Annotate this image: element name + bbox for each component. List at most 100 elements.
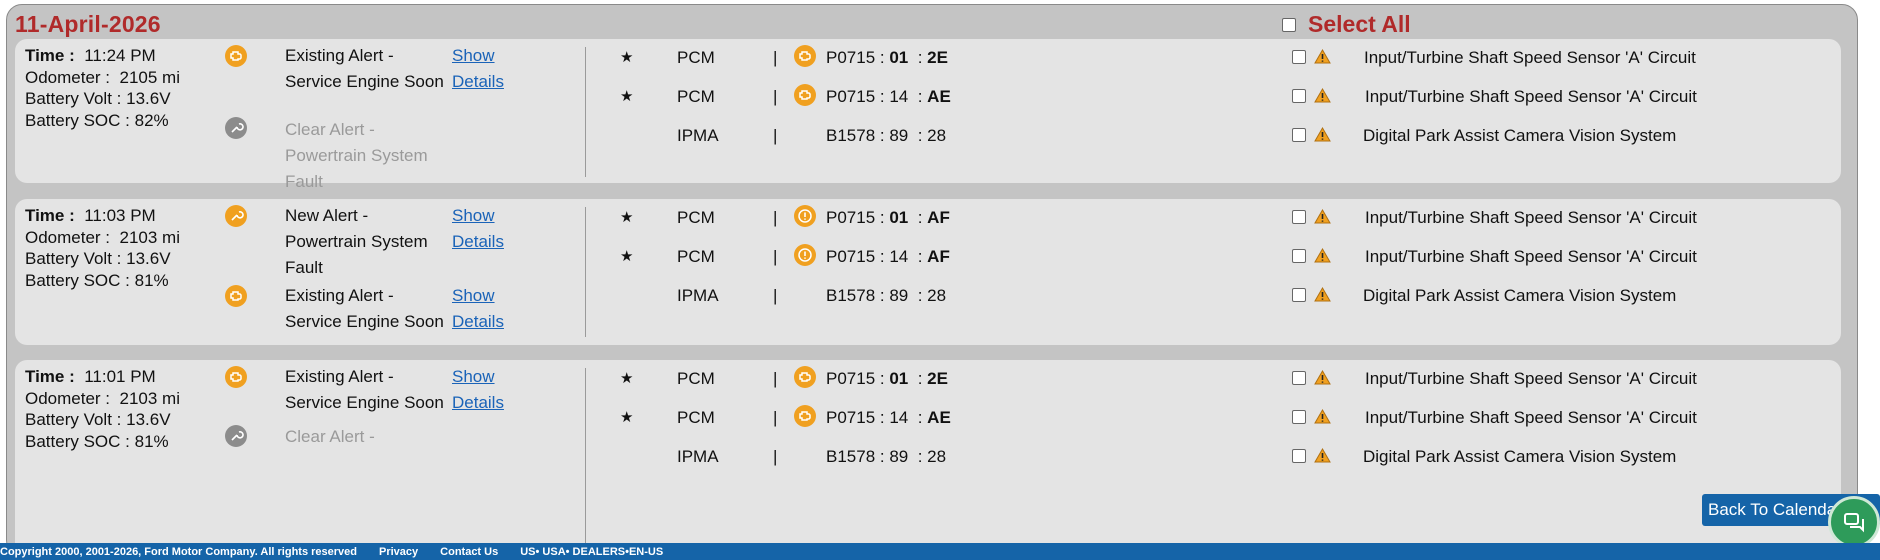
dtc-byte1: 89 (889, 126, 909, 145)
dtc-module: IPMA (677, 447, 719, 466)
engine-icon (794, 366, 816, 388)
odometer-label: Odometer : (25, 67, 111, 87)
dtc-code: P0715 : 01 : 2E (826, 369, 948, 388)
dtc-separator: | (773, 126, 778, 145)
divider (585, 47, 586, 177)
star-icon: ★ (620, 88, 634, 105)
select-all-label: Select All (1308, 11, 1411, 37)
battery-volt-label: Battery Volt : (25, 89, 122, 108)
chat-icon[interactable] (1828, 496, 1880, 548)
alert-subtitle: Service Engine Soon (285, 393, 444, 412)
show-details-link[interactable]: Show Details (452, 43, 504, 95)
time-label: Time : (25, 206, 75, 225)
dtc-code: P0715 : 14 : AE (826, 408, 951, 427)
alert-title: Clear Alert - (285, 427, 375, 446)
dtc-separator: | (773, 447, 778, 466)
dtc-code: P0715 : 14 : AE (826, 87, 951, 106)
dtc-byte2: 2E (927, 369, 948, 388)
dtc-byte1: 14 (889, 87, 909, 106)
battery-soc-value: 81% (134, 431, 169, 451)
alert-text: Clear Alert - (285, 424, 375, 450)
warning-icon (1314, 88, 1331, 103)
dtc-separator: | (773, 408, 778, 427)
dtc-description: Digital Park Assist Camera Vision System (1363, 286, 1677, 305)
warning-icon (1314, 370, 1331, 385)
star-icon: ★ (620, 49, 634, 66)
time-label: Time : (25, 46, 75, 65)
dtc-separator: | (773, 369, 778, 388)
alert-title: Clear Alert - (285, 120, 375, 139)
alert-subtitle: Service Engine Soon (285, 72, 444, 91)
dtc-byte2: 2E (927, 48, 948, 67)
show-details-link[interactable]: Show Details (452, 364, 504, 416)
star-icon: ★ (620, 409, 634, 426)
engine-icon (794, 45, 816, 67)
dtc-byte2: 28 (927, 447, 947, 466)
details-link[interactable]: Details (452, 309, 504, 335)
details-link[interactable]: Details (452, 69, 504, 95)
time-value: 11:01 PM (84, 367, 156, 386)
battery-soc-label: Battery SOC : (25, 270, 130, 290)
show-details-link[interactable]: Show Details (452, 283, 504, 335)
dtc-byte1: 89 (889, 447, 909, 466)
engine-icon (225, 285, 247, 307)
dtc-checkbox[interactable] (1292, 371, 1306, 385)
warning-icon (1314, 49, 1331, 64)
footer: Copyright 2000, 2001-2026, Ford Motor Co… (0, 543, 1880, 560)
exclaim-icon (794, 205, 816, 227)
battery-volt-label: Battery Volt : (25, 410, 122, 429)
contact-link[interactable]: Contact Us (440, 546, 498, 558)
dtc-checkbox[interactable] (1292, 128, 1306, 142)
wrench-icon (225, 425, 247, 447)
show-link[interactable]: Show (452, 203, 504, 229)
dtc-separator: | (773, 87, 778, 106)
dtc-description: Input/Turbine Shaft Speed Sensor 'A' Cir… (1365, 369, 1697, 388)
select-all-checkbox[interactable] (1282, 17, 1296, 32)
copyright-text: Copyright 2000, 2001-2026, Ford Motor Co… (0, 545, 357, 558)
dtc-code: P0715 : 01 : AF (826, 208, 950, 227)
alert-title: Existing Alert - (285, 367, 394, 386)
alert-text: Existing Alert - Service Engine Soon (285, 364, 444, 416)
dtc-code-value: P0715 (826, 87, 876, 106)
alert-text: Clear Alert - Powertrain System Fault (285, 117, 428, 195)
dtc-checkbox[interactable] (1292, 410, 1306, 424)
dtc-checkbox[interactable] (1292, 249, 1306, 263)
dtc-code-value: P0715 (826, 369, 876, 388)
star-icon: ★ (620, 370, 634, 387)
vehicle-stats: Time : 11:03 PM Odometer : 2103 mi Batte… (25, 205, 180, 291)
odometer-label: Odometer : (25, 388, 111, 408)
show-details-link[interactable]: Show Details (452, 203, 504, 255)
warning-icon (1314, 248, 1331, 263)
warning-icon (1314, 127, 1331, 142)
details-link[interactable]: Details (452, 229, 504, 255)
dtc-byte2: 28 (927, 286, 947, 305)
dtc-separator: | (773, 286, 778, 305)
dtc-description: Input/Turbine Shaft Speed Sensor 'A' Cir… (1365, 208, 1697, 227)
date-title: 11-April-2026 (15, 11, 161, 37)
dtc-module: PCM (677, 208, 715, 227)
battery-soc-label: Battery SOC : (25, 110, 130, 130)
locale-text: US• USA• DEALERS•EN-US (520, 545, 664, 558)
dtc-module: PCM (677, 87, 715, 106)
show-link[interactable]: Show (452, 283, 504, 309)
details-link[interactable]: Details (452, 390, 504, 416)
dtc-description: Digital Park Assist Camera Vision System (1363, 447, 1677, 466)
dtc-code: P0715 : 01 : 2E (826, 48, 948, 67)
dtc-checkbox[interactable] (1292, 50, 1306, 64)
dtc-description: Input/Turbine Shaft Speed Sensor 'A' Cir… (1365, 87, 1697, 106)
alert-text: Existing Alert - Service Engine Soon (285, 283, 444, 335)
warning-icon (1314, 448, 1331, 463)
dtc-checkbox[interactable] (1292, 288, 1306, 302)
dtc-byte2: AE (927, 87, 951, 106)
dtc-checkbox[interactable] (1292, 210, 1306, 224)
dtc-byte1: 01 (889, 208, 909, 227)
show-link[interactable]: Show (452, 43, 504, 69)
dtc-checkbox[interactable] (1292, 89, 1306, 103)
privacy-link[interactable]: Privacy (379, 546, 418, 558)
show-link[interactable]: Show (452, 364, 504, 390)
select-all[interactable]: Select All (1282, 11, 1411, 38)
dtc-checkbox[interactable] (1292, 449, 1306, 463)
dtc-code: B1578 : 89 : 28 (826, 447, 947, 466)
dtc-byte1: 14 (889, 408, 909, 427)
dtc-byte1: 01 (889, 48, 909, 67)
